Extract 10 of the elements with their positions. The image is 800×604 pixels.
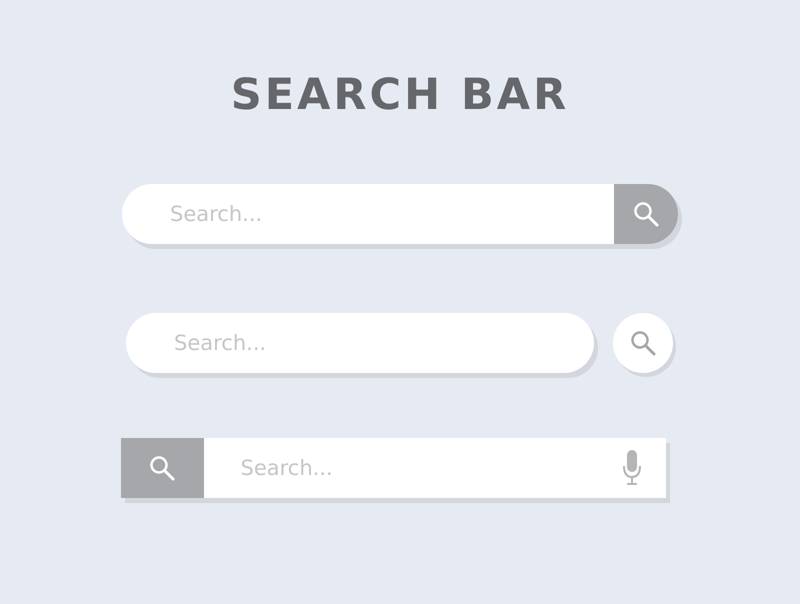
search-field[interactable]: Search...: [126, 313, 594, 373]
search-button[interactable]: [614, 184, 678, 244]
search-field[interactable]: Search...: [120, 438, 666, 498]
page-title: SEARCH BAR: [230, 70, 570, 120]
search-icon: [633, 201, 659, 227]
search-button[interactable]: [120, 438, 204, 498]
microphone-icon[interactable]: [622, 450, 640, 486]
search-input[interactable]: Search...: [204, 438, 622, 498]
search-icon: [630, 330, 656, 356]
search-icon: [149, 455, 175, 481]
